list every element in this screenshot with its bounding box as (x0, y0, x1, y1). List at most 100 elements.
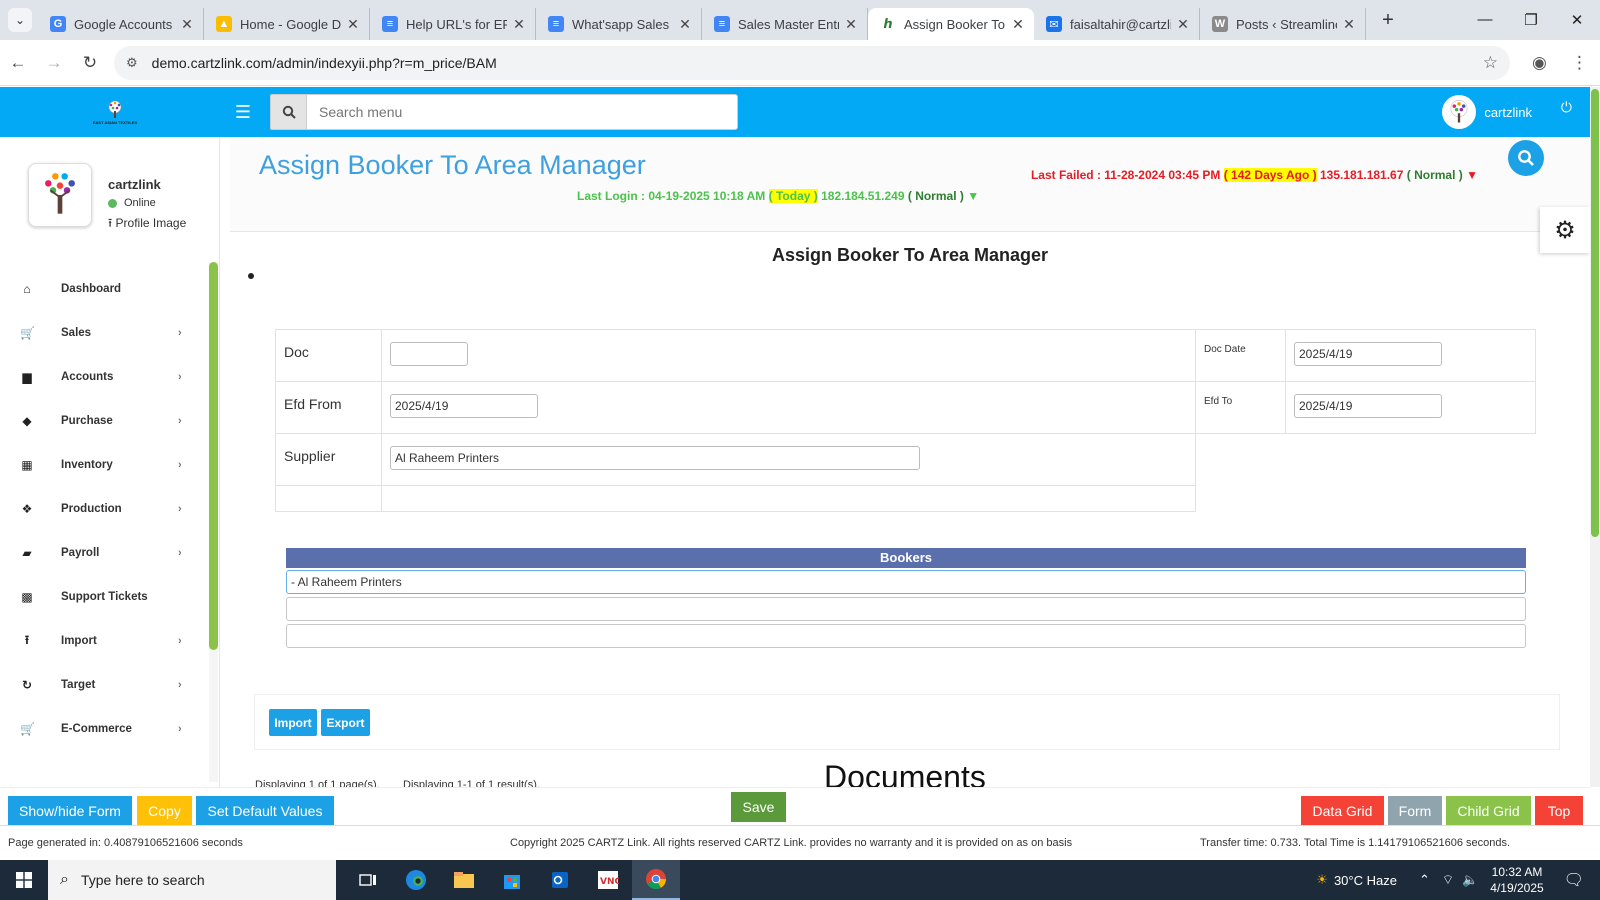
browser-tab[interactable]: ≡Help URL's for ERP✕ (370, 8, 536, 40)
hamburger-menu-icon[interactable]: ☰ (230, 102, 256, 123)
taskbar-search[interactable]: ⌕ Type here to search (48, 860, 336, 900)
avatar (1442, 95, 1477, 129)
power-icon[interactable]: ⏻ (1561, 99, 1572, 116)
close-icon[interactable]: ✕ (843, 16, 859, 33)
browser-tab[interactable]: ✉ faisaltahir@cartzli ✕ (1034, 8, 1200, 40)
doc-input[interactable] (390, 342, 468, 366)
copy-button[interactable]: Copy (137, 796, 192, 826)
back-icon[interactable]: ← (0, 53, 36, 73)
browser-tab[interactable]: ≡ What'sapp Sales M ✕ (536, 8, 702, 40)
system-clock[interactable]: 10:32 AM 4/19/2025 (1490, 864, 1543, 896)
edge-icon[interactable] (392, 860, 440, 900)
booker-row[interactable] (286, 624, 1526, 648)
profile-image-link[interactable]: ⭱ Profile Image (108, 214, 186, 235)
booker-row[interactable]: - Al Raheem Printers (286, 570, 1526, 594)
sidebar-item-target[interactable]: ↻ Target › (0, 663, 206, 707)
browser-menu-icon[interactable]: ⋮ (1571, 53, 1588, 73)
notifications-icon[interactable]: 🗨 (1564, 870, 1584, 890)
bookmark-star-icon[interactable]: ☆ (1483, 53, 1498, 73)
close-icon[interactable]: ✕ (179, 16, 195, 33)
browser-tab[interactable]: ▲ Home - Google Dr ✕ (204, 8, 370, 40)
store-icon[interactable] (488, 860, 536, 900)
form-button[interactable]: Form (1388, 796, 1442, 826)
close-icon[interactable]: ✕ (677, 16, 693, 33)
online-dot-icon (108, 198, 117, 208)
child-grid-button[interactable]: Child Grid (1446, 796, 1531, 826)
status-badge: Online (108, 197, 186, 209)
sidebar-item-dashboard[interactable]: ⌂ Dashboard (0, 267, 206, 311)
cart-icon: 🛒 (20, 326, 35, 340)
restore-icon[interactable]: ❐ (1508, 11, 1554, 29)
close-icon[interactable]: ✕ (1010, 16, 1026, 33)
windows-start-icon[interactable] (0, 872, 48, 888)
sidebar-item-purchase[interactable]: ◆ Purchase › (0, 399, 206, 443)
vnc-icon[interactable]: VNC (584, 860, 632, 900)
site-settings-icon[interactable]: ⚙ (126, 55, 138, 71)
weather-icon[interactable]: ☀ (1316, 872, 1328, 888)
file-explorer-icon[interactable] (440, 860, 488, 900)
efd-from-input[interactable] (390, 394, 538, 418)
search-icon[interactable] (1508, 140, 1544, 176)
sidebar: cartzlink Online ⭱ Profile Image ⌂ Dashbo… (0, 137, 220, 787)
show-hide-form-button[interactable]: Show/hide Form (8, 796, 132, 826)
sidebar-item-import[interactable]: ⭱ Import › (0, 619, 206, 663)
ticket-icon: ▩ (21, 590, 33, 604)
sidebar-item-support-tickets[interactable]: ▩ Support Tickets (0, 575, 206, 619)
data-grid-button[interactable]: Data Grid (1301, 796, 1384, 826)
scrollbar-thumb[interactable] (1591, 89, 1599, 537)
forward-icon[interactable]: → (36, 53, 72, 73)
scrollbar-thumb[interactable] (209, 262, 218, 650)
booker-row[interactable] (286, 597, 1526, 621)
efd-to-input[interactable] (1294, 394, 1442, 418)
browser-tab[interactable]: ≡ Sales Master Entry ✕ (702, 8, 868, 40)
browser-tab-strip: ⌄ G Google Accounts ✕ ▲ Home - Google Dr ✕ ≡… (0, 0, 1600, 40)
close-icon[interactable]: ✕ (1175, 16, 1191, 33)
export-button[interactable]: Export (321, 709, 370, 736)
task-view-icon[interactable] (344, 860, 392, 900)
menu-search-input[interactable] (306, 94, 738, 130)
chevron-up-icon[interactable]: ⌃ (1419, 872, 1430, 888)
import-button[interactable]: Import (269, 709, 317, 736)
docs-icon: ≡ (548, 16, 564, 32)
search-icon[interactable] (270, 94, 306, 130)
sidebar-item-production[interactable]: ❖ Production › (0, 487, 206, 531)
browser-tab[interactable]: W Posts ‹ Streamline ✕ (1200, 8, 1366, 40)
page-footer: Page generated in: 0.40879106521606 seco… (0, 825, 1600, 860)
sidebar-item-payroll[interactable]: ▰ Payroll › (0, 531, 206, 575)
wordpress-icon: W (1212, 16, 1228, 32)
reload-icon[interactable]: ↻ (72, 53, 108, 73)
new-tab-button[interactable]: + (1374, 9, 1402, 32)
set-default-values-button[interactable]: Set Default Values (196, 796, 334, 826)
top-button[interactable]: Top (1535, 796, 1583, 826)
minimize-icon[interactable]: — (1462, 11, 1508, 29)
browser-tab[interactable]: G Google Accounts ✕ (38, 8, 204, 40)
supplier-input[interactable] (390, 446, 920, 470)
profile-icon[interactable]: ◉ (1532, 53, 1547, 73)
sidebar-item-e-commerce[interactable]: 🛒 E-Commerce › (0, 707, 206, 751)
doc-date-input[interactable] (1294, 342, 1442, 366)
chrome-icon[interactable] (632, 860, 680, 900)
url-field[interactable]: ⚙ demo.cartzlink.com/admin/indexyii.php?… (114, 45, 1510, 80)
address-bar: ← → ↻ ⚙ demo.cartzlink.com/admin/indexyi… (0, 40, 1600, 86)
sidebar-item-inventory[interactable]: ▦ Inventory › (0, 443, 206, 487)
tab-search-button[interactable]: ⌄ (8, 8, 32, 32)
sidebar-item-accounts[interactable]: ▆ Accounts › (0, 355, 206, 399)
weather-text[interactable]: 30°C Haze (1334, 873, 1397, 888)
window-close-icon[interactable]: ✕ (1554, 11, 1600, 29)
network-icon[interactable]: ⌔ (1442, 872, 1454, 888)
volume-icon[interactable]: 🔈 (1462, 872, 1478, 888)
tags-icon: ◆ (22, 414, 32, 428)
close-icon[interactable]: ✕ (511, 16, 527, 33)
chevron-down-icon: ⌄ (14, 13, 26, 27)
profile-avatar[interactable] (28, 163, 92, 227)
page-scrollbar[interactable] (1590, 87, 1600, 787)
user-menu[interactable]: cartzlink (1442, 95, 1532, 129)
sidebar-scrollbar[interactable] (209, 262, 218, 782)
sidebar-item-sales[interactable]: 🛒 Sales › (0, 311, 206, 355)
company-logo[interactable]: EAST ASIAN TEXTILES (0, 95, 230, 129)
save-button[interactable]: Save (731, 792, 786, 822)
close-icon[interactable]: ✕ (1341, 16, 1357, 33)
close-icon[interactable]: ✕ (345, 16, 361, 33)
browser-tab-active[interactable]: ℎ Assign Booker To ✕ (868, 8, 1034, 40)
outlook-icon[interactable] (536, 860, 584, 900)
